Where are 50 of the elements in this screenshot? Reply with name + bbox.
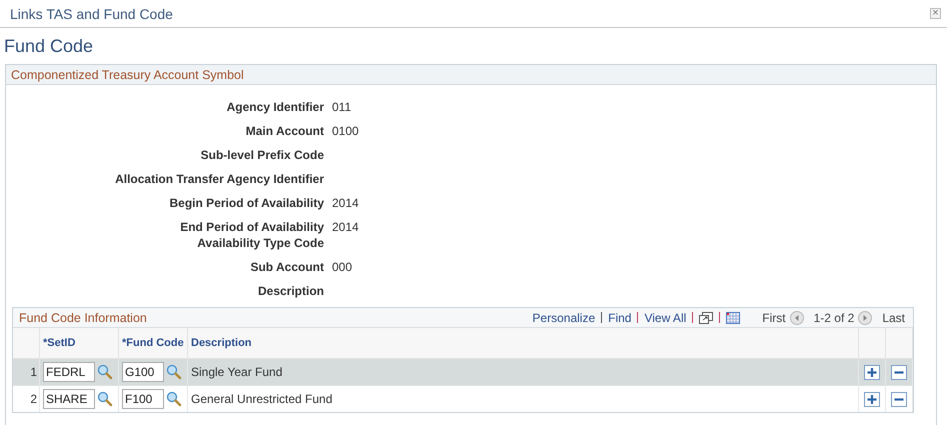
grid-link[interactable]: View All <box>644 310 686 324</box>
table-cell: Single Year Fund <box>188 358 858 386</box>
row-number: 2 <box>13 386 40 412</box>
field-value: 011 <box>332 100 352 114</box>
field-value: 2014 <box>332 196 359 210</box>
search-icon[interactable] <box>166 391 182 407</box>
page-range: 1-2 of 2 <box>814 310 854 324</box>
search-icon[interactable] <box>166 364 182 380</box>
field-label: Sub Account <box>249 260 324 274</box>
field-label: End Period of Availability <box>179 220 324 234</box>
field-label: Allocation Transfer Agency Identifier <box>114 172 324 186</box>
column-header: Description <box>188 328 858 358</box>
fund-code-field[interactable]: F100 <box>122 389 164 409</box>
field-label: Begin Period of Availability <box>168 196 324 210</box>
field-value: 000 <box>332 260 352 274</box>
grid-link[interactable]: Personalize <box>532 310 596 324</box>
field-label: Availability Type Code <box>196 236 324 250</box>
grid-link[interactable]: Find <box>608 310 632 324</box>
field-label: Description <box>256 284 324 298</box>
grid-title: Fund Code Information <box>19 310 147 324</box>
table-cell: General Unrestricted Fund <box>188 386 858 412</box>
delete-row-button[interactable] <box>891 392 907 406</box>
field-value: 2014 <box>332 220 359 234</box>
section-title: Componentized Treasury Account Symbol <box>11 68 244 82</box>
row-number: 1 <box>13 358 40 386</box>
grid-row[interactable]: 1 FEDRL G100 Single Year Fund <box>13 358 912 386</box>
column-header: *SetID <box>40 328 118 358</box>
column-header: *Fund Code <box>118 328 188 358</box>
page-title: Fund Code <box>4 36 94 58</box>
new-window-icon[interactable] <box>699 312 714 324</box>
add-row-button[interactable] <box>864 364 880 380</box>
field-value: 0100 <box>332 124 359 138</box>
field-label: Main Account <box>244 124 324 138</box>
setid-field[interactable]: SHARE <box>43 389 95 409</box>
spreadsheet-icon[interactable] <box>726 312 740 324</box>
search-icon[interactable] <box>97 364 113 380</box>
search-icon[interactable] <box>97 391 113 407</box>
add-row-button[interactable] <box>864 392 880 406</box>
previous-icon[interactable] <box>790 310 804 324</box>
last-label: Last <box>882 310 905 324</box>
next-icon[interactable] <box>858 310 872 324</box>
delete-row-button[interactable] <box>891 364 907 380</box>
first-label: First <box>762 310 786 324</box>
field-label: Sub-level Prefix Code <box>200 148 324 162</box>
fund-code-field[interactable]: G100 <box>122 362 164 382</box>
window-title: Links TAS and Fund Code <box>10 6 173 22</box>
field-label: Agency Identifier <box>226 100 324 114</box>
grid-row[interactable]: 2 SHARE F100 General Unrestricted Fund <box>13 386 912 412</box>
setid-field[interactable]: FEDRL <box>43 362 95 382</box>
close-button[interactable]: × <box>930 8 941 19</box>
